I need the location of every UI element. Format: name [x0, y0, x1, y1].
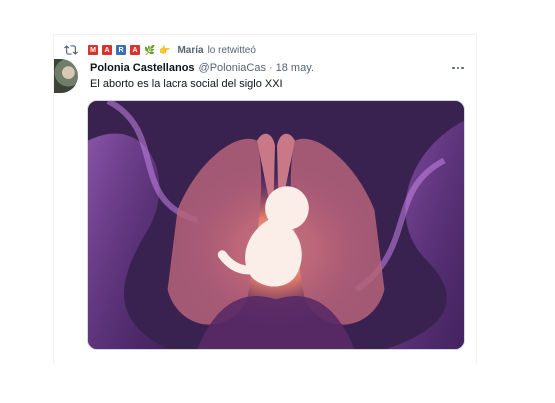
herb-emoji: 🌿 [144, 44, 156, 55]
author-handle[interactable]: @PoloniaCas [199, 62, 266, 74]
tweet-header: Polonia Castellanos @PoloniaCas · 18 may… [90, 61, 466, 75]
emoji-letter-a: A [102, 45, 112, 55]
emoji-letter-r: R [116, 45, 126, 55]
tweet-image[interactable] [87, 100, 465, 350]
separator: · [268, 62, 273, 74]
tweet-card[interactable]: M A R A 🌿 👉 María lo retwitteó Polonia C… [53, 34, 477, 364]
retweeter-name[interactable]: María [177, 45, 203, 56]
more-options-icon[interactable] [450, 61, 466, 75]
tweet-text: El aborto es la lacra social del siglo X… [90, 78, 283, 90]
retweet-verb: lo retwitteó [207, 44, 256, 56]
avatar[interactable] [54, 59, 78, 93]
retweet-context[interactable]: M A R A 🌿 👉 María lo retwitteó [64, 43, 256, 57]
tweet-date[interactable]: 18 may. [276, 62, 314, 74]
emoji-letter-m: M [88, 45, 98, 55]
hands-fetus-illustration [88, 101, 464, 349]
retweet-icon [64, 45, 78, 55]
pointing-hand-emoji: 👉 [159, 44, 171, 55]
emoji-letter-a-2: A [130, 45, 140, 55]
author-display-name[interactable]: Polonia Castellanos [90, 62, 195, 74]
